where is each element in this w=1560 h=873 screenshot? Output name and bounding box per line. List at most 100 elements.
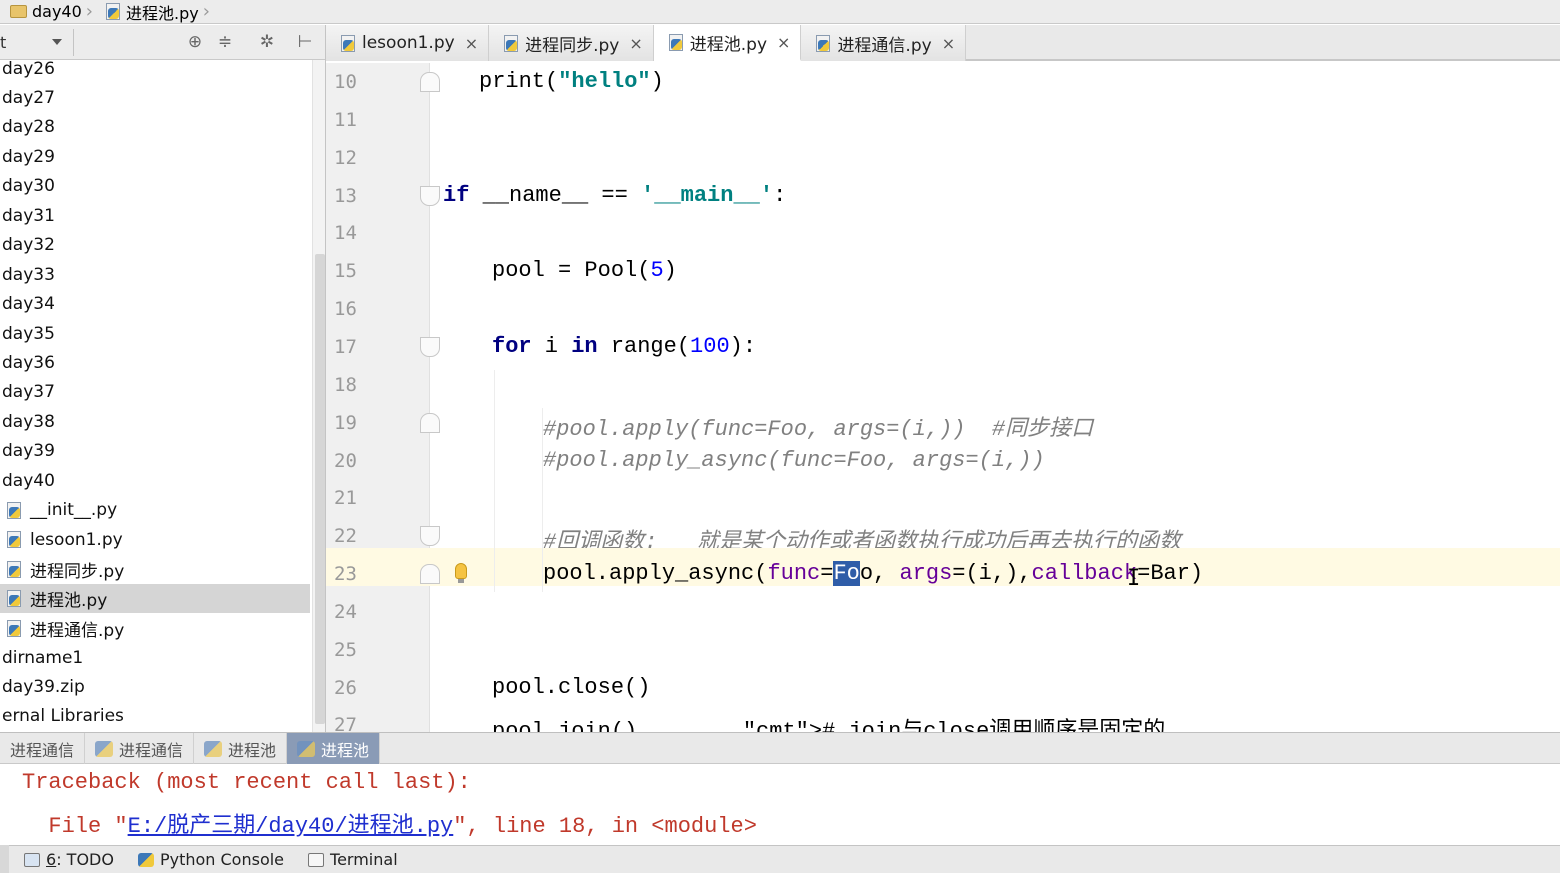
code-line: pool.apply_async(func=Foo, args=(i,),cal… xyxy=(543,561,1204,587)
tree-item[interactable]: day35 xyxy=(0,319,310,348)
run-tab-label: 进程池 xyxy=(321,740,370,760)
tree-item[interactable]: day28 xyxy=(0,113,310,142)
close-icon[interactable]: × xyxy=(465,34,478,53)
line-number: 25 xyxy=(334,638,357,661)
text-cursor-icon: I xyxy=(1127,566,1141,591)
project-toolbar: t ⊕ ≑ ✲ ⊢ xyxy=(0,25,326,60)
tree-item[interactable]: day39.zip xyxy=(0,672,310,701)
tree-item[interactable]: day33 xyxy=(0,260,310,289)
editor-tab-label: lesoon1.py xyxy=(362,33,455,53)
editor-tab[interactable]: 进程通信.py × xyxy=(801,25,967,61)
tree-item[interactable]: day32 xyxy=(0,231,310,260)
tree-item[interactable]: day29 xyxy=(0,142,310,171)
run-tab-label: 进程通信 xyxy=(10,740,75,760)
chevron-down-icon[interactable] xyxy=(52,39,62,45)
lightbulb-icon[interactable] xyxy=(455,563,467,583)
hide-icon[interactable]: ⊢ xyxy=(295,32,315,52)
tree-item[interactable]: day40 xyxy=(0,466,310,495)
scrollbar-thumb[interactable] xyxy=(315,254,325,724)
editor-tabs: lesoon1.py × 进程同步.py × 进程池.py × 进程通信.py × xyxy=(326,25,1560,61)
close-icon[interactable]: × xyxy=(777,33,790,52)
tree-item-label: day34 xyxy=(2,294,55,315)
collapse-icon[interactable]: ≑ xyxy=(215,32,235,52)
tree-item[interactable]: day26 xyxy=(0,60,310,83)
fold-marker-icon[interactable] xyxy=(420,72,440,92)
indent-guide xyxy=(494,370,495,592)
tree-item-label: __init__.py xyxy=(30,500,118,521)
traceback-file-line: File "E:/脱产三期/day40/进程池.py", line 18, in… xyxy=(22,807,757,839)
tree-item[interactable]: 进程同步.py xyxy=(0,555,310,584)
breadcrumb-file[interactable]: 进程池.py xyxy=(95,0,201,24)
python-icon xyxy=(297,740,316,757)
editor-tab[interactable]: 进程同步.py × xyxy=(489,25,654,61)
code-line: #pool.apply(func=Foo, args=(i,)) #同步接口 xyxy=(543,416,1094,442)
fold-marker-icon[interactable] xyxy=(420,336,440,357)
project-view-selector[interactable]: t xyxy=(0,33,6,52)
breadcrumb-folder-label: day40 xyxy=(32,2,82,21)
tree-item[interactable]: day38 xyxy=(0,407,310,436)
tree-item[interactable]: ernal Libraries xyxy=(0,702,310,731)
tree-item[interactable]: day39 xyxy=(0,437,310,466)
line-number: 10 xyxy=(334,71,357,93)
todo-button[interactable]: 6: TODO xyxy=(24,850,114,869)
tree-item-label: day39.zip xyxy=(2,676,85,697)
editor-tab[interactable]: lesoon1.py × xyxy=(326,25,490,61)
tree-item-label: lesoon1.py xyxy=(30,529,123,550)
target-icon[interactable]: ⊕ xyxy=(185,32,205,52)
line-number: 12 xyxy=(334,146,357,169)
run-tab[interactable]: 进程通信 xyxy=(85,733,195,764)
run-tab[interactable]: 进程池 xyxy=(287,733,381,764)
tree-item-label: 进程池.py xyxy=(30,591,108,612)
python-console-button[interactable]: Python Console xyxy=(137,850,284,869)
tree-item-label: day26 xyxy=(2,60,55,79)
project-tree-scrollbar[interactable] xyxy=(312,60,326,732)
tree-item-label: day33 xyxy=(2,264,55,285)
tree-item-label: 进程同步.py xyxy=(30,561,125,582)
run-console[interactable]: Traceback (most recent call last): File … xyxy=(0,765,1560,845)
tree-item-label: day39 xyxy=(2,441,55,462)
close-icon[interactable]: × xyxy=(942,34,955,53)
todo-number: 6 xyxy=(46,850,57,869)
line-number: 16 xyxy=(334,298,357,321)
code-line: #pool.apply_async(func=Foo, args=(i,)) xyxy=(543,447,1045,473)
python-file-icon xyxy=(340,34,356,52)
fold-marker-icon[interactable] xyxy=(420,526,440,547)
tree-item[interactable]: day37 xyxy=(0,378,310,407)
fold-marker-icon[interactable] xyxy=(420,185,440,206)
tree-item[interactable]: day36 xyxy=(0,349,310,378)
code-editor[interactable] xyxy=(431,63,1560,732)
tree-item[interactable]: day34 xyxy=(0,290,310,319)
breadcrumb-folder[interactable]: day40 xyxy=(0,0,84,24)
tree-item[interactable]: 进程通信.py xyxy=(0,614,310,643)
tree-item[interactable]: day27 xyxy=(0,83,310,112)
tree-item[interactable]: day30 xyxy=(0,172,310,201)
fold-marker-icon[interactable] xyxy=(420,412,440,433)
breadcrumb-separator: › xyxy=(85,1,93,22)
tree-item[interactable]: __init__.py xyxy=(0,496,310,525)
python-file-icon xyxy=(6,560,22,578)
run-tab[interactable]: 进程池 xyxy=(194,733,288,764)
editor-tab[interactable]: 进程池.py × xyxy=(653,25,802,61)
fold-marker-icon[interactable] xyxy=(420,564,440,585)
tree-item-label: day30 xyxy=(2,176,55,197)
tree-item[interactable]: dirname1 xyxy=(0,643,310,672)
run-tab[interactable]: 进程通信 xyxy=(0,733,86,764)
indent-guide xyxy=(542,408,543,592)
traceback-file-link[interactable]: E:/脱产三期/day40/进程池.py xyxy=(128,814,454,839)
python-icon xyxy=(95,740,114,757)
terminal-button[interactable]: Terminal xyxy=(308,850,398,869)
run-tab-label: 进程池 xyxy=(228,740,277,760)
settings-icon[interactable]: ✲ xyxy=(257,32,277,52)
divider xyxy=(73,29,74,56)
tree-item[interactable]: day31 xyxy=(0,201,310,230)
tree-item-label: day32 xyxy=(2,235,55,256)
tree-item[interactable]: lesoon1.py xyxy=(0,525,310,554)
tree-item-label: ernal Libraries xyxy=(2,706,124,727)
python-file-icon xyxy=(668,33,684,51)
tree-item[interactable]: 进程池.py xyxy=(0,584,310,614)
code-line: pool.close() xyxy=(492,674,651,700)
line-number: 11 xyxy=(334,108,357,131)
tree-item-label: 进程通信.py xyxy=(30,620,125,641)
close-icon[interactable]: × xyxy=(629,34,642,53)
tree-item-label: day27 xyxy=(2,87,55,108)
